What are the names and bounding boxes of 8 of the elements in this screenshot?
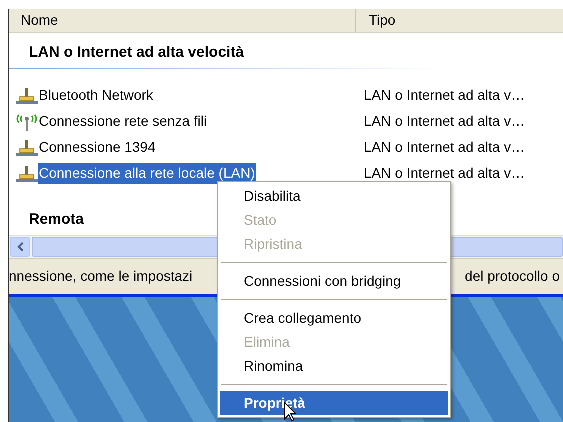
group-header: LAN o Internet ad alta velocità [29, 43, 244, 63]
group-header: Remota [29, 210, 84, 230]
connection-type: LAN o Internet ad alta v… [364, 87, 526, 103]
connection-type: LAN o Internet ad alta v… [364, 139, 526, 155]
connection-type: LAN o Internet ad alta v… [364, 165, 526, 181]
connection-type: LAN o Internet ad alta v… [364, 113, 526, 129]
status-text: del protocollo o [465, 267, 560, 286]
status-text: nnessione, come le impostazi [9, 267, 193, 286]
